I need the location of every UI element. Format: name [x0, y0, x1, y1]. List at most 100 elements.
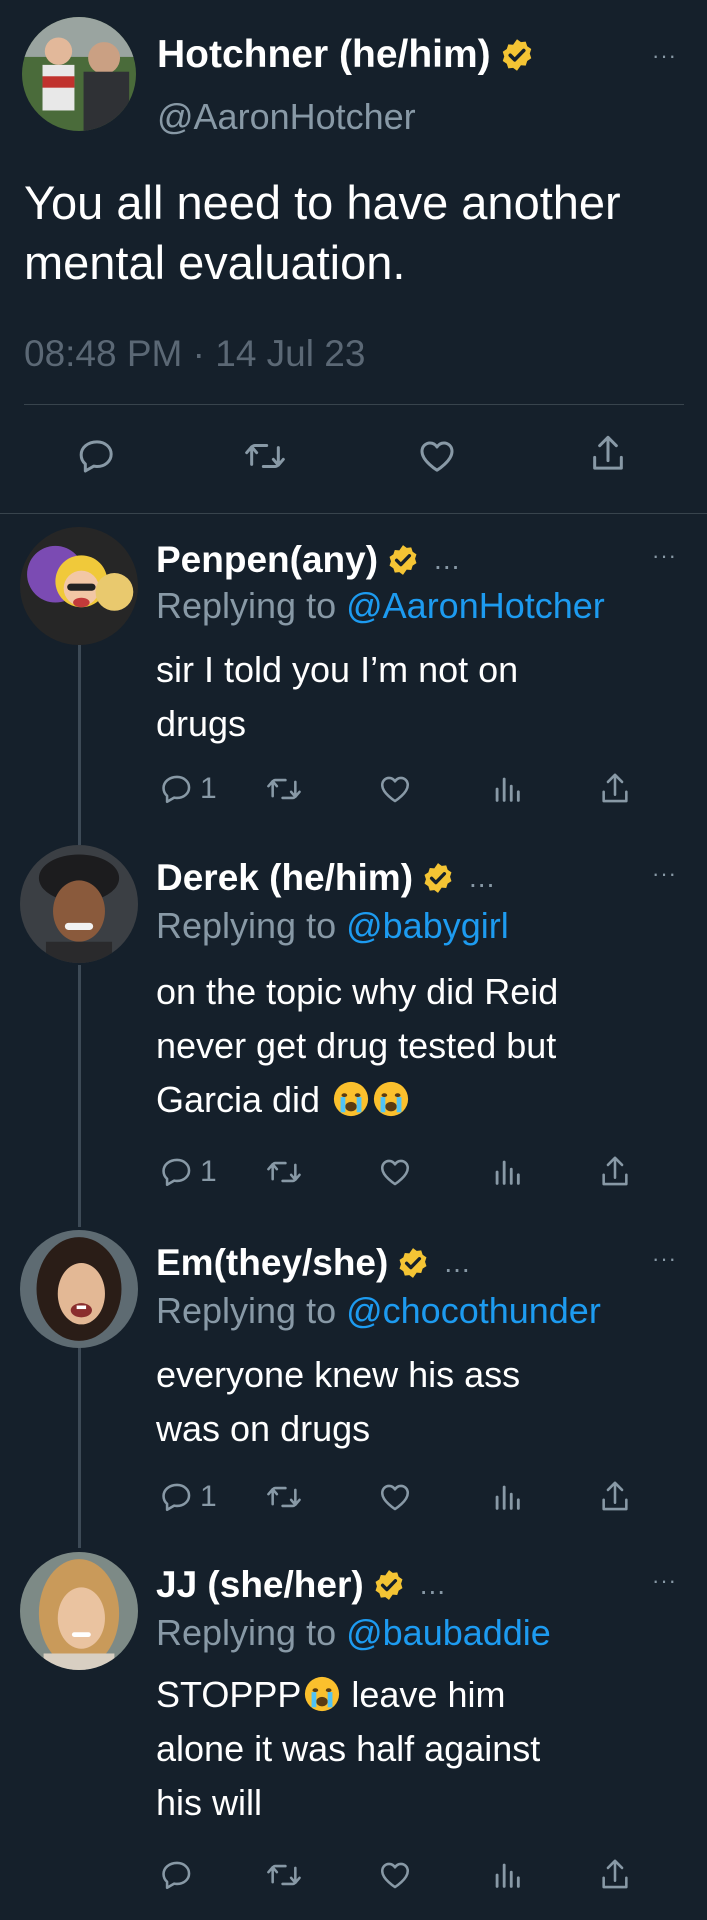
views-button[interactable] — [492, 1858, 522, 1892]
reply-display-name[interactable]: JJ (she/her) — [156, 1564, 364, 1606]
reply-text-line: was on drugs — [156, 1408, 371, 1449]
like-icon — [380, 1484, 410, 1511]
views-button[interactable] — [492, 772, 522, 806]
main-action-row — [0, 435, 707, 486]
retweet-button[interactable] — [265, 1155, 303, 1189]
retweet-button[interactable] — [265, 1858, 303, 1892]
retweet-button[interactable] — [243, 436, 287, 476]
reply-tweet[interactable]: Derek (he/him) ... ··· Replying to @baby… — [0, 845, 707, 1205]
reply-text-segment: Garcia did — [156, 1079, 321, 1120]
verified-badge-icon — [421, 861, 455, 895]
reply-text: on the topic why did Reid never get drug… — [156, 965, 686, 1127]
reply-text-line-with-emoji: Garcia did — [156, 1073, 686, 1127]
replying-to-mention[interactable]: @chocothunder — [346, 1290, 601, 1331]
reply-action-row: 1 — [0, 772, 707, 822]
reply-button[interactable] — [77, 436, 117, 476]
reply-button[interactable]: 1 — [160, 1480, 217, 1514]
reply-text-line: everyone knew his ass — [156, 1354, 521, 1395]
main-handle[interactable]: @AaronHotcher — [157, 96, 416, 138]
replying-to-prefix: Replying to — [156, 585, 347, 626]
share-icon — [602, 1156, 628, 1186]
reply-count: 1 — [200, 1155, 217, 1188]
retweet-button[interactable] — [265, 1480, 303, 1514]
like-button[interactable] — [377, 772, 413, 806]
retweet-button[interactable] — [265, 772, 303, 806]
replying-to-prefix: Replying to — [156, 1612, 347, 1653]
reply-name-row: JJ (she/her) ... — [156, 1560, 446, 1610]
avatar-em[interactable] — [20, 1230, 138, 1348]
reply-icon — [162, 1861, 191, 1890]
share-button[interactable] — [598, 1478, 632, 1516]
verified-badge-icon — [372, 1568, 406, 1602]
reply-icon — [162, 1483, 191, 1512]
replying-to-mention[interactable]: @babygirl — [346, 905, 509, 946]
like-button[interactable] — [377, 1480, 413, 1514]
reply-count: 1 — [200, 772, 217, 805]
avatar-derek[interactable] — [20, 845, 138, 963]
reply-tweet[interactable]: JJ (she/her) ... ··· Replying to @baubad… — [0, 1552, 707, 1920]
reply-action-row — [0, 1858, 707, 1908]
views-button[interactable] — [492, 1480, 522, 1514]
main-display-name[interactable]: Hotchner (he/him) — [157, 33, 491, 77]
avatar-jj[interactable] — [20, 1552, 138, 1670]
reply-tweet[interactable]: Penpen(any) ... ··· Replying to @AaronHo… — [0, 525, 707, 835]
share-button[interactable] — [598, 770, 632, 808]
more-options-icon[interactable]: ··· — [652, 45, 677, 67]
reply-text-line-with-emoji: STOPPP leave him — [156, 1668, 686, 1722]
reply-tweet[interactable]: Em(they/she) ... ··· Replying to @chocot… — [0, 1230, 707, 1540]
reply-ellipsis: ... — [419, 1569, 447, 1600]
reply-button[interactable]: 1 — [160, 1155, 217, 1189]
share-button[interactable] — [598, 1153, 632, 1191]
replying-to-label: Replying to @chocothunder — [156, 1290, 601, 1332]
more-options-icon[interactable]: ··· — [652, 863, 677, 885]
retweet-icon — [267, 1486, 301, 1508]
like-button[interactable] — [377, 1858, 413, 1892]
views-icon — [495, 777, 520, 802]
avatar-hotchner[interactable] — [22, 17, 136, 131]
share-icon — [593, 435, 623, 470]
main-name-row: Hotchner (he/him) — [157, 30, 535, 80]
reply-display-name[interactable]: Penpen(any) — [156, 539, 378, 581]
reply-button[interactable]: 1 — [160, 772, 217, 806]
reply-text: sir I told you I’m not on drugs — [156, 643, 686, 751]
replying-to-mention[interactable]: @baubaddie — [346, 1612, 551, 1653]
replying-to-mention[interactable]: @AaronHotcher — [346, 585, 605, 626]
retweet-icon — [245, 444, 285, 468]
views-icon — [495, 1485, 520, 1510]
replying-to-label: Replying to @babygirl — [156, 905, 509, 947]
reply-text: STOPPP leave him alone it was half again… — [156, 1668, 686, 1830]
verified-badge-icon — [386, 543, 420, 577]
share-button[interactable] — [598, 1856, 632, 1894]
replying-to-prefix: Replying to — [156, 1290, 347, 1331]
like-icon — [380, 1862, 410, 1889]
main-tweet: Hotchner (he/him) ··· @AaronHotcher You … — [0, 0, 707, 513]
reply-icon — [79, 440, 113, 473]
reply-text-line: never get drug tested but — [156, 1025, 557, 1066]
like-icon — [420, 441, 454, 472]
reply-count: 1 — [200, 1480, 217, 1513]
reply-display-name[interactable]: Em(they/she) — [156, 1242, 388, 1284]
crying-emoji — [373, 1081, 409, 1117]
reply-display-name[interactable]: Derek (he/him) — [156, 857, 413, 899]
main-timestamp[interactable]: 08:48 PM · 14 Jul 23 — [24, 333, 365, 375]
like-button[interactable] — [377, 1155, 413, 1189]
more-options-icon[interactable]: ··· — [652, 545, 677, 567]
reply-action-row: 1 — [0, 1155, 707, 1205]
reply-ellipsis: ... — [469, 862, 496, 893]
reply-name-row: Penpen(any) ... — [156, 535, 460, 585]
reply-button[interactable] — [160, 1858, 194, 1892]
more-options-icon[interactable]: ··· — [652, 1570, 677, 1592]
reply-text-line: on the topic why did Reid — [156, 971, 559, 1012]
more-options-icon[interactable]: ··· — [652, 1248, 677, 1270]
reply-icon — [162, 1158, 191, 1187]
share-button[interactable] — [588, 432, 628, 476]
views-icon — [495, 1863, 520, 1888]
views-button[interactable] — [492, 1155, 522, 1189]
reply-ellipsis: ... — [434, 544, 461, 575]
like-button[interactable] — [416, 436, 458, 476]
avatar-penpen[interactable] — [20, 527, 138, 645]
main-tweet-text: You all need to have another mental eval… — [24, 176, 621, 289]
reply-text: everyone knew his ass was on drugs — [156, 1348, 686, 1456]
reply-text-line: sir I told you I’m not on — [156, 649, 519, 690]
reply-text-line: drugs — [156, 703, 247, 744]
